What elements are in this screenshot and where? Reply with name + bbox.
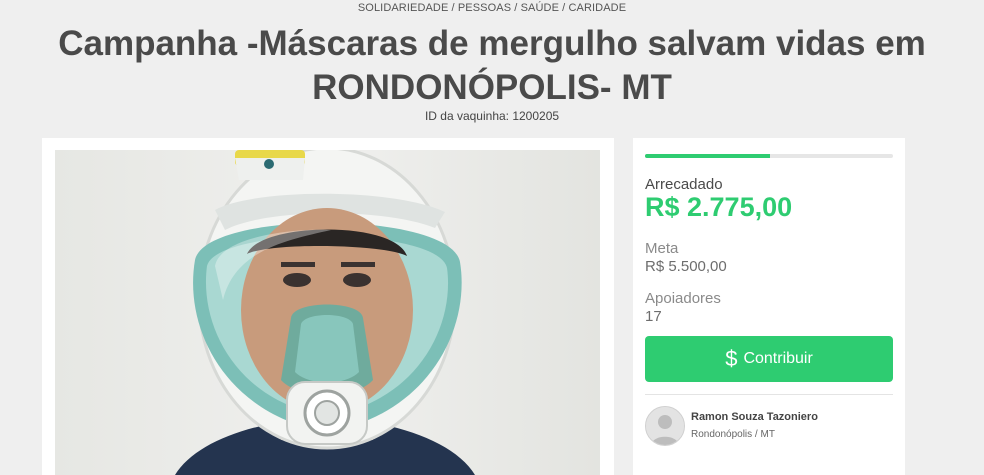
contribute-button[interactable]: $ Contribuir bbox=[645, 336, 893, 382]
user-silhouette-icon bbox=[646, 407, 684, 445]
contribute-button-label: Contribuir bbox=[743, 350, 813, 367]
campaign-title: Campanha -Máscaras de mergulho salvam vi… bbox=[58, 24, 926, 107]
owner-location: Rondonópolis / MT bbox=[691, 429, 775, 440]
goal-amount: R$ 5.500,00 bbox=[645, 258, 727, 275]
vaquinha-id: ID da vaquinha: 1200205 bbox=[424, 109, 560, 123]
supporters-label: Apoiadores bbox=[645, 290, 721, 307]
supporters-count: 17 bbox=[645, 308, 662, 325]
owner-avatar[interactable] bbox=[645, 406, 685, 446]
campaign-summary-card: Arrecadado R$ 2.775,00 Meta R$ 5.500,00 … bbox=[633, 138, 905, 475]
media-card bbox=[42, 138, 614, 475]
divider bbox=[645, 394, 893, 395]
category-breadcrumb[interactable]: SOLIDARIEDADE / PESSOAS / SAÚDE / CARIDA… bbox=[0, 2, 984, 14]
owner-name[interactable]: Ramon Souza Tazoniero bbox=[691, 411, 818, 423]
dollar-icon: $ bbox=[725, 346, 738, 371]
campaign-photo[interactable] bbox=[55, 150, 600, 475]
goal-label: Meta bbox=[645, 240, 679, 257]
funding-progress-fill bbox=[645, 154, 771, 158]
funding-progress-bar bbox=[645, 154, 893, 158]
snorkel-mask-photo bbox=[175, 150, 475, 475]
raised-amount: R$ 2.775,00 bbox=[645, 192, 793, 222]
raised-label: Arrecadado bbox=[645, 176, 723, 193]
